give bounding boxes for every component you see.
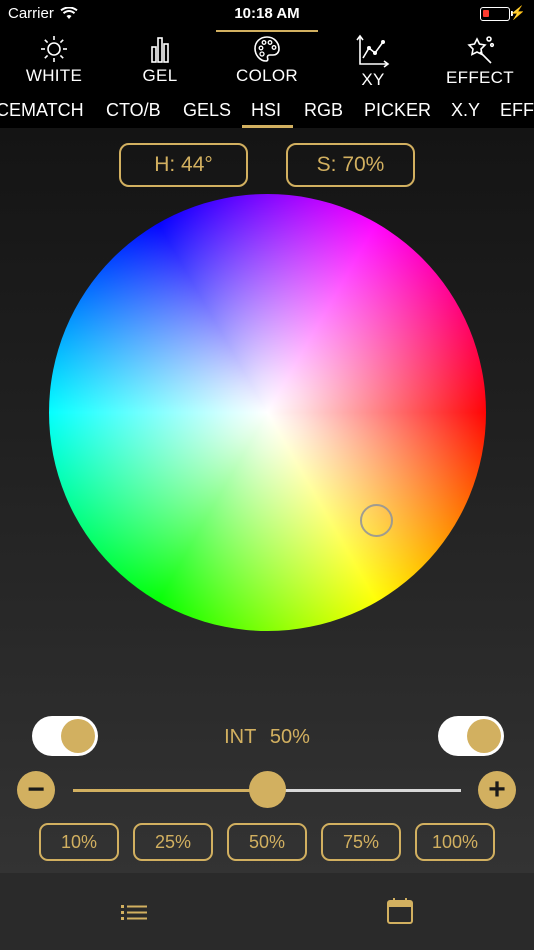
battery-icon [480, 7, 513, 21]
intensity-label: INT [224, 726, 257, 748]
list-icon[interactable] [121, 903, 147, 921]
right-toggle[interactable] [438, 716, 504, 756]
status-time: 10:18 AM [234, 5, 300, 22]
increase-intensity-button[interactable]: + [478, 771, 516, 809]
sub-tab-cematch[interactable]: CEMATCH [0, 100, 84, 121]
color-wheel[interactable] [49, 194, 486, 631]
mode-label: COLOR [236, 66, 298, 85]
status-bar: Carrier 10:18 AM ⚡ [0, 0, 534, 30]
xy-chart-icon [356, 34, 390, 68]
preset-50-button[interactable]: 50% [227, 823, 307, 861]
mode-label: EFFECT [446, 68, 514, 87]
calendar-icon[interactable] [386, 897, 414, 925]
mode-label: XY [361, 70, 385, 89]
intensity-slider-thumb[interactable] [249, 771, 286, 808]
charging-bolt-icon: ⚡ [509, 5, 526, 20]
bars-icon [151, 37, 169, 63]
sub-tab-picker[interactable]: PICKER [364, 100, 431, 121]
mode-tab-white[interactable]: WHITE [1, 30, 107, 94]
palette-icon [254, 36, 280, 62]
sub-tab-xy[interactable]: X.Y [451, 100, 480, 121]
slider-track-empty [268, 789, 461, 792]
mode-tab-xy[interactable]: XY [320, 30, 426, 94]
bottom-bar [0, 873, 534, 950]
sub-tab-cto-b[interactable]: CTO/B [106, 100, 161, 121]
preset-10-button[interactable]: 10% [39, 823, 119, 861]
mode-label: GEL [142, 66, 178, 85]
slider-track-filled [73, 789, 268, 792]
preset-25-button[interactable]: 25% [133, 823, 213, 861]
mode-tab-gel[interactable]: GEL [107, 30, 213, 94]
hsi-panel: H: 44° S: 70% INT 50% − + 10% 25% 50% 75… [0, 128, 534, 873]
sun-icon [41, 36, 67, 62]
saturation-overlay [49, 194, 486, 631]
saturation-value-button[interactable]: S: 70% [286, 143, 415, 187]
sub-tab-effect[interactable]: EFF [500, 100, 534, 121]
hue-value-button[interactable]: H: 44° [119, 143, 248, 187]
preset-75-button[interactable]: 75% [321, 823, 401, 861]
sub-tab-hsi[interactable]: HSI [251, 100, 281, 121]
sub-tab-rgb[interactable]: RGB [304, 100, 343, 121]
magic-wand-icon [467, 36, 495, 64]
mode-tab-effect[interactable]: EFFECT [427, 30, 533, 94]
toggle-knob [467, 719, 501, 753]
color-picker-handle[interactable] [360, 504, 393, 537]
mode-label: WHITE [25, 66, 83, 85]
mode-tab-color[interactable]: COLOR [214, 30, 320, 94]
mode-nav: WHITE GEL COLOR XY EFFECT [0, 30, 534, 94]
sub-tab-gels[interactable]: GELS [183, 100, 231, 121]
decrease-intensity-button[interactable]: − [17, 771, 55, 809]
intensity-value: 50% [269, 726, 310, 748]
sub-tabs: CEMATCH CTO/B GELS HSI RGB PICKER X.Y EF… [0, 94, 534, 128]
preset-100-button[interactable]: 100% [415, 823, 495, 861]
